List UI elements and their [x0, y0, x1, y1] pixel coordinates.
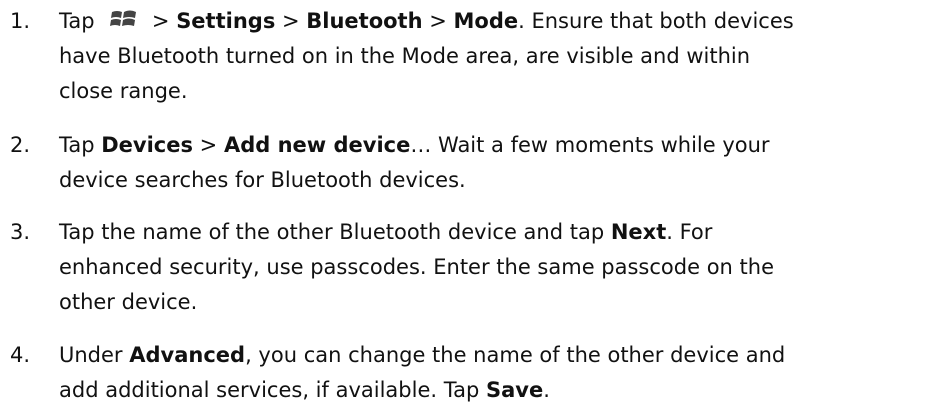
step-number: 4.: [10, 343, 31, 367]
line-3-2: enhanced security, use passcodes. Enter …: [59, 255, 774, 279]
menu-path-devices: Devices: [101, 133, 193, 157]
step-text: Tap > Settings > Bluetooth > Mode. Ensur…: [59, 4, 929, 109]
line-2-1: Tap Devices > Add new device… Wait a few…: [59, 128, 929, 163]
line-1-3: close range.: [59, 79, 188, 103]
windows-flag-icon: [109, 8, 139, 30]
line-1-1: Tap > Settings > Bluetooth > Mode. Ensur…: [59, 4, 929, 39]
text: Tap the name of the other Bluetooth devi…: [59, 220, 611, 244]
instruction-list: 1. Tap > Settings > Bluetooth > Mode. En…: [0, 0, 937, 417]
line-4-2: add additional services, if available. T…: [59, 373, 929, 408]
step-number: 3.: [10, 220, 31, 244]
text: >: [275, 9, 307, 33]
text: >: [145, 9, 177, 33]
menu-path-settings: Settings: [176, 9, 276, 33]
text: >: [422, 9, 454, 33]
button-save: Save: [485, 378, 544, 402]
text: . For: [666, 220, 713, 244]
line-4-1: Under Advanced, you can change the name …: [59, 338, 929, 373]
step-text: Under Advanced, you can change the name …: [59, 338, 929, 408]
step-number: 2.: [10, 133, 31, 157]
text: >: [193, 133, 224, 157]
line-1-2: have Bluetooth turned on in the Mode are…: [59, 44, 751, 68]
step-text: Tap Devices > Add new device… Wait a few…: [59, 128, 929, 198]
menu-path-bluetooth: Bluetooth: [306, 9, 423, 33]
text: . Ensure that both devices: [518, 9, 794, 33]
text: Tap: [59, 9, 102, 33]
text: add additional services, if available. T…: [59, 378, 486, 402]
tab-advanced: Advanced: [129, 343, 246, 367]
line-3-1: Tap the name of the other Bluetooth devi…: [59, 215, 929, 250]
line-2-2: device searches for Bluetooth devices.: [59, 168, 466, 192]
text: , you can change the name of the other d…: [245, 343, 786, 367]
menu-path-mode: Mode: [453, 9, 519, 33]
button-next: Next: [610, 220, 667, 244]
line-3-3: other device.: [59, 290, 198, 314]
text: Tap: [59, 133, 102, 157]
text: Under: [59, 343, 130, 367]
text: .: [543, 378, 550, 402]
step-number: 1.: [10, 9, 31, 33]
menu-path-add-new-device: Add new device: [223, 133, 411, 157]
step-text: Tap the name of the other Bluetooth devi…: [59, 215, 929, 320]
text: … Wait a few moments while your: [410, 133, 770, 157]
